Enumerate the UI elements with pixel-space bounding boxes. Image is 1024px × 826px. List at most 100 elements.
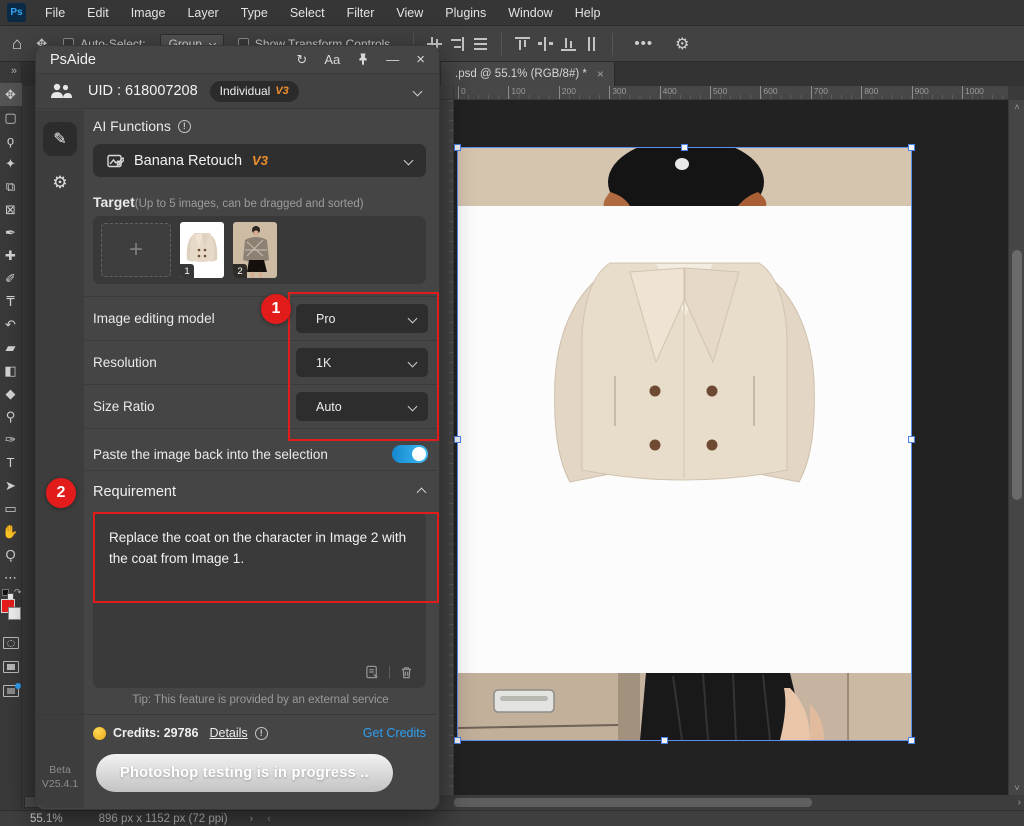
target-thumbnail-2[interactable]: 2 [233,222,277,278]
menu-item[interactable]: Image [120,6,177,20]
info-icon[interactable]: ! [178,120,191,133]
setting-select[interactable]: 1K [296,348,428,377]
credits-row: Credits: 29786 Details ! Get Credits [93,718,426,748]
home-icon[interactable]: ⌂ [12,34,22,54]
menu-item[interactable]: Help [564,6,612,20]
get-credits-link[interactable]: Get Credits [363,726,426,740]
edit-function-tab[interactable]: ✎ [43,122,77,156]
info-icon[interactable]: ! [255,727,268,740]
thumbnail-number: 1 [180,264,194,278]
transform-handle[interactable] [681,144,688,151]
horizontal-scrollbar[interactable]: › [432,795,1024,810]
photoshop-logo: Ps [7,3,26,22]
trash-icon[interactable] [399,665,414,680]
transform-handle[interactable] [454,144,461,151]
divider [36,714,437,715]
close-tab-icon[interactable]: × [597,67,604,81]
zoom-level[interactable]: 55.1% [30,813,63,825]
document-image[interactable] [458,148,911,740]
coat-artwork [458,148,911,740]
tool-icon: Ǫ [5,547,15,562]
menu-item[interactable]: Filter [336,6,386,20]
details-link[interactable]: Details [209,726,247,740]
prompt-template-icon[interactable] [365,665,380,680]
setting-select[interactable]: Pro [296,304,428,333]
target-thumbnail-1[interactable]: 1 [180,222,224,278]
submit-button[interactable]: Photoshop testing is in progress .. [96,754,393,792]
settings-row: Size Ratio Auto [84,385,437,429]
transform-handle[interactable] [908,144,915,151]
swap-colors-icon[interactable]: ↷ [14,587,22,598]
quick-mask-icon[interactable] [3,637,19,649]
transform-handle[interactable] [454,737,461,744]
minimize-icon[interactable]: — [386,52,399,67]
transform-handle[interactable] [454,436,461,443]
scroll-down-icon[interactable]: ˅ [1009,783,1024,793]
setting-value: 1K [316,356,331,370]
plan-version: V3 [275,85,288,97]
settings-tab[interactable]: ⚙ [43,168,77,198]
align-right-edges-icon[interactable] [449,36,466,52]
screen-mode-icon[interactable] [3,661,19,673]
menu-item[interactable]: Window [497,6,563,20]
psaide-panel: PsAide ↻ Aa — × UID : 618007208 Individu… [35,45,440,810]
transform-handle[interactable] [908,436,915,443]
function-version: V3 [252,153,268,168]
ai-functions-label: AI Functions ! [93,118,191,134]
photoshop-window: Ps FileEditImageLayerTypeSelectFilterVie… [0,0,1024,826]
ruler-tick: 100 [508,86,525,100]
menu-item[interactable]: Layer [176,6,229,20]
status-scroll-left-icon[interactable]: ‹ [267,813,271,825]
menu-item[interactable]: View [385,6,434,20]
users-icon [50,83,72,99]
align-bottom-edges-icon[interactable] [560,36,577,52]
scroll-up-icon[interactable]: ˄ [1009,102,1024,112]
target-label: Target(Up to 5 images, can be dragged an… [93,194,364,210]
expand-toolbar-icon[interactable]: » [11,62,21,83]
requirement-textarea[interactable]: Replace the coat on the character in Ima… [93,512,426,688]
transform-handle[interactable] [908,737,915,744]
account-row[interactable]: UID : 618007208 Individual V3 [36,73,439,109]
menu-item[interactable]: Edit [76,6,120,20]
menu-item[interactable]: Select [279,6,336,20]
transform-handle[interactable] [661,737,668,744]
setting-select[interactable]: Auto [296,392,428,421]
status-proxy-arrow-icon[interactable]: › [250,813,254,825]
distribute-horizontal-centers-icon[interactable] [537,36,554,52]
close-panel-icon[interactable]: × [416,51,425,68]
color-swatches[interactable]: ↷ [0,595,22,625]
align-top-edges-icon[interactable] [514,36,531,52]
requirement-label: Requirement [93,484,176,500]
add-image-button[interactable]: + [101,223,171,277]
vertical-scrollbar[interactable]: ˄ ˅ [1008,100,1024,795]
ruler-tick: 600 [760,86,777,100]
external-edit-icon[interactable] [3,685,19,697]
panel-title-bar[interactable]: PsAide ↻ Aa — × [36,46,439,73]
menu-item[interactable]: Plugins [434,6,497,20]
setting-label: Image editing model [93,311,215,326]
chevron-down-icon[interactable] [413,86,423,96]
refresh-icon[interactable]: ↻ [296,52,307,68]
function-select[interactable]: Banana Retouch V3 [93,144,426,177]
more-options-icon[interactable]: ••• [634,35,653,52]
pin-icon[interactable] [357,53,369,66]
horizontal-scroll-thumb[interactable] [454,798,812,807]
uid-label: UID : 618007208 [88,83,198,99]
distribute-icon[interactable] [472,36,489,52]
requirement-header[interactable]: Requirement [84,476,437,508]
menu-item[interactable]: File [34,6,76,20]
vertical-scroll-thumb[interactable] [1012,250,1022,500]
tool-icon: ⋯ [4,570,17,586]
requirement-text: Replace the coat on the character in Ima… [93,512,426,570]
document-tab[interactable]: .psd @ 55.1% (RGB/8#) * × [441,62,615,86]
background-color-swatch[interactable] [8,607,21,620]
function-name: Banana Retouch [134,153,242,169]
menu-item[interactable]: Type [230,6,279,20]
gear-icon[interactable]: ⚙ [675,34,689,54]
paste-back-toggle[interactable] [392,445,428,463]
distribute-vertical-icon[interactable] [583,36,600,52]
chevron-down-icon [408,358,418,368]
text-size-icon[interactable]: Aa [324,52,340,67]
scroll-right-icon[interactable]: › [1018,795,1021,810]
canvas[interactable] [454,100,1008,795]
